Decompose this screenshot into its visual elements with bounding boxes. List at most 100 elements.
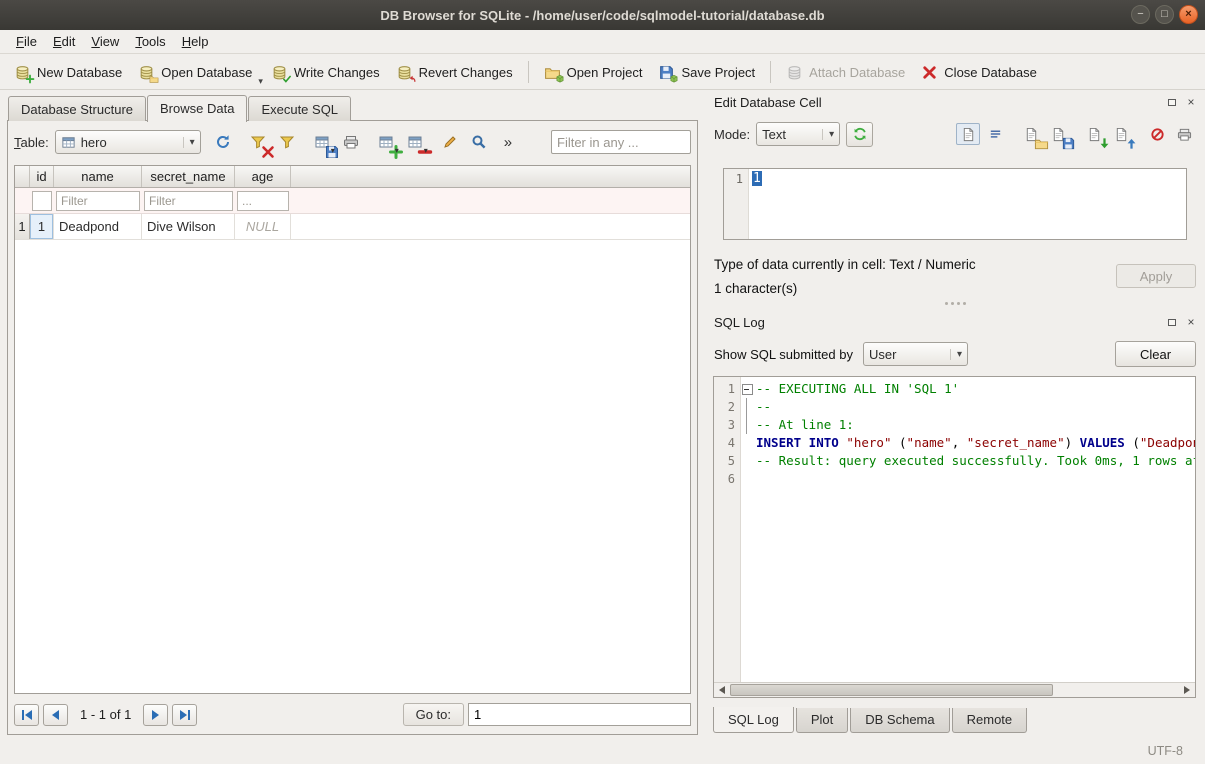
cell-id[interactable]: 1	[30, 214, 54, 239]
column-header-secret-name[interactable]: secret_name	[142, 166, 235, 187]
open-project-button[interactable]: Open Project	[536, 59, 651, 86]
find-in-table-button[interactable]	[467, 130, 492, 154]
edit-cell-button[interactable]	[438, 130, 463, 154]
import-data-button[interactable]	[1082, 123, 1106, 145]
scroll-thumb[interactable]	[730, 684, 1053, 696]
cell-type-info: Type of data currently in cell: Text / N…	[714, 257, 976, 272]
dock-close-button[interactable]: ×	[1183, 95, 1199, 110]
previous-record-button[interactable]	[43, 704, 68, 726]
filter-input-id[interactable]	[32, 191, 52, 211]
maximize-button[interactable]: □	[1155, 5, 1174, 24]
column-header-id[interactable]: id	[30, 166, 54, 187]
column-header-name[interactable]: name	[54, 166, 142, 187]
menu-view[interactable]: View	[83, 31, 127, 52]
column-header-age[interactable]: age	[235, 166, 291, 187]
submitted-by-combobox[interactable]: User	[863, 342, 968, 366]
next-record-button[interactable]	[143, 704, 168, 726]
menu-file[interactable]: File	[8, 31, 45, 52]
refresh-icon	[215, 134, 231, 150]
goto-button[interactable]: Go to:	[403, 703, 464, 726]
clear-filters-button[interactable]	[246, 130, 271, 154]
open-project-icon	[544, 64, 561, 81]
close-button[interactable]: ×	[1179, 5, 1198, 24]
editor-content[interactable]: 1	[749, 169, 765, 239]
tab-plot[interactable]: Plot	[796, 708, 848, 733]
tab-browse-data[interactable]: Browse Data	[147, 95, 247, 122]
data-grid[interactable]: id name secret_name age 1 1 Deadpond Div…	[14, 165, 691, 694]
new-database-icon	[14, 64, 31, 81]
cell-name[interactable]: Deadpond	[54, 214, 142, 239]
attach-database-button[interactable]: Attach Database	[778, 59, 913, 86]
save-file-button[interactable]	[1046, 123, 1070, 145]
encoding-label: UTF-8	[1148, 744, 1183, 758]
print-button[interactable]	[339, 130, 364, 154]
first-record-button[interactable]	[14, 704, 39, 726]
menu-tools[interactable]: Tools	[127, 31, 173, 52]
scroll-track[interactable]	[730, 683, 1179, 697]
open-database-button[interactable]: Open Database	[130, 59, 260, 86]
delete-record-button[interactable]: ▾	[403, 130, 428, 154]
revert-changes-button[interactable]: Revert Changes	[388, 59, 521, 86]
refresh-button[interactable]	[211, 130, 236, 154]
editor-line-number: 1	[724, 169, 749, 239]
row-number-cell[interactable]: 1	[15, 214, 30, 239]
toolbar-separator	[528, 61, 529, 83]
auto-switch-mode-button[interactable]	[846, 122, 873, 147]
dock-float-button[interactable]	[1164, 315, 1180, 330]
minimize-button[interactable]: −	[1131, 5, 1150, 24]
scroll-right-arrow[interactable]	[1179, 683, 1195, 697]
table-icon	[61, 135, 76, 150]
sql-log-gutter: 123456	[714, 377, 741, 697]
word-wrap-button[interactable]	[983, 123, 1007, 145]
menu-help[interactable]: Help	[174, 31, 217, 52]
log-horizontal-scrollbar[interactable]	[714, 682, 1195, 697]
filter-input-secret-name[interactable]	[144, 191, 233, 211]
clear-log-button[interactable]: Clear	[1115, 341, 1196, 367]
apply-button[interactable]: Apply	[1116, 264, 1196, 288]
text-view-button[interactable]	[956, 123, 980, 145]
sql-log-view[interactable]: 123456 -- EXECUTING ALL IN 'SQL 1'---- A…	[713, 376, 1196, 698]
tab-remote[interactable]: Remote	[952, 708, 1028, 733]
write-changes-button[interactable]: Write Changes	[263, 59, 388, 86]
filter-input-name[interactable]	[56, 191, 140, 211]
tab-execute-sql[interactable]: Execute SQL	[248, 96, 351, 121]
dock-close-button[interactable]: ×	[1183, 315, 1199, 330]
edit-cell-title: Edit Database Cell	[714, 95, 822, 110]
conditional-format-button[interactable]	[275, 130, 300, 154]
save-table-button[interactable]: ▾	[310, 130, 335, 154]
table-combobox[interactable]: hero	[55, 130, 201, 154]
filter-any-column-input[interactable]	[551, 130, 691, 154]
mode-combobox[interactable]: Text	[756, 122, 840, 146]
save-project-icon	[658, 64, 675, 81]
tab-database-structure[interactable]: Database Structure	[8, 96, 146, 121]
open-file-button[interactable]	[1019, 123, 1043, 145]
filter-input-age[interactable]	[237, 191, 289, 211]
cell-secret-name[interactable]: Dive Wilson	[142, 214, 235, 239]
cycle-icon	[852, 126, 868, 142]
dock-splitter[interactable]	[706, 298, 1205, 308]
close-database-button[interactable]: Close Database	[913, 59, 1045, 86]
last-record-button[interactable]	[172, 704, 197, 726]
scroll-left-arrow[interactable]	[714, 683, 730, 697]
edit-cell-dock-header: Edit Database Cell ×	[714, 92, 1199, 112]
set-null-button[interactable]	[1145, 123, 1169, 145]
print-cell-button[interactable]	[1172, 123, 1196, 145]
tab-sql-log[interactable]: SQL Log	[713, 707, 794, 733]
left-pane: Database Structure Browse Data Execute S…	[0, 90, 706, 740]
table-row[interactable]: 1 1 Deadpond Dive Wilson NULL	[15, 214, 690, 240]
goto-record-input[interactable]	[468, 703, 691, 726]
selected-text: 1	[752, 171, 762, 186]
insert-record-button[interactable]: ▾	[374, 130, 399, 154]
dock-float-button[interactable]	[1164, 95, 1180, 110]
tab-db-schema[interactable]: DB Schema	[850, 708, 949, 733]
cell-age[interactable]: NULL	[235, 214, 291, 239]
filter-filler	[291, 188, 690, 213]
export-data-button[interactable]	[1109, 123, 1133, 145]
attach-database-icon	[786, 64, 803, 81]
save-project-button[interactable]: Save Project	[650, 59, 763, 86]
menu-edit[interactable]: Edit	[45, 31, 83, 52]
corner-header[interactable]	[15, 166, 30, 187]
chevron-more-icon[interactable]: »	[504, 134, 512, 151]
cell-editor[interactable]: 1 1	[723, 168, 1187, 240]
new-database-button[interactable]: New Database	[6, 59, 130, 86]
